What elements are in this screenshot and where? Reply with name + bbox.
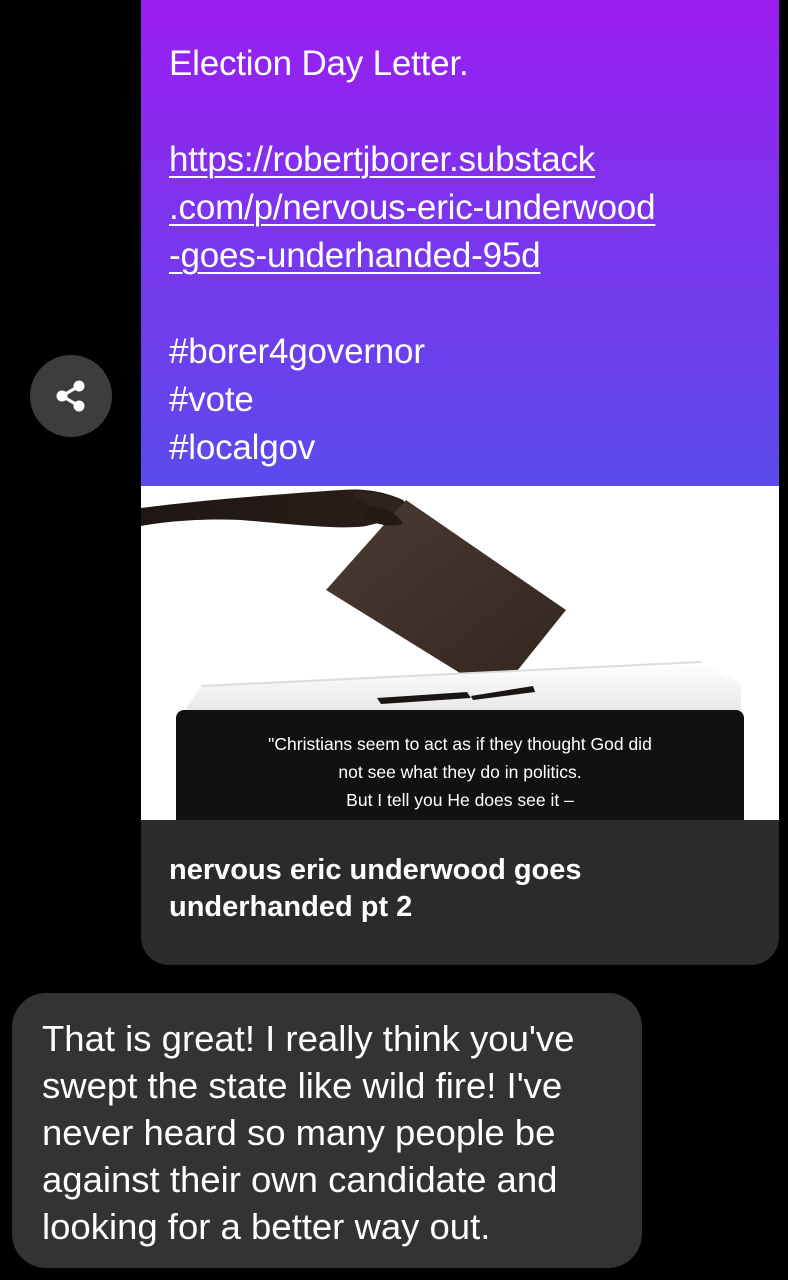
message-line: looking for a better way out. (42, 1206, 491, 1247)
preview-title-line: nervous eric underwood goes (169, 854, 582, 886)
quote-line: "Christians seem to act as if they thoug… (268, 734, 652, 754)
quote-text: "Christians seem to act as if they thoug… (176, 730, 744, 814)
link-preview-title[interactable]: nervous eric underwood goes underhanded … (169, 852, 755, 926)
link-line[interactable]: .com/p/nervous-eric-underwood (169, 184, 759, 232)
message-line: swept the state like wild fire! I've (42, 1065, 563, 1106)
hashtag: #borer4governor (169, 332, 425, 371)
link-preview-image[interactable]: "Christians seem to act as if they thoug… (141, 486, 779, 820)
received-message-text: That is great! I really think you've swe… (42, 1015, 622, 1250)
message-title: Election Day Letter. (169, 44, 469, 83)
link-line[interactable]: https://robertjborer.substack (169, 136, 759, 184)
message-line: against their own candidate and (42, 1159, 558, 1200)
share-icon (56, 380, 85, 412)
message-line: never heard so many people be (42, 1112, 556, 1153)
hashtag: #vote (169, 380, 254, 419)
quote-line: not see what they do in politics. (338, 762, 582, 782)
sent-message-text: Election Day Letter. https://robertjbore… (169, 40, 759, 472)
received-message-bubble[interactable]: That is great! I really think you've swe… (12, 993, 642, 1268)
quote-line: But I tell you He does see it – (346, 790, 574, 810)
sent-message-bubble[interactable]: Election Day Letter. https://robertjbore… (141, 0, 779, 965)
sent-message-text-area: Election Day Letter. https://robertjbore… (141, 0, 779, 486)
substack-link[interactable]: https://robertjborer.substack .com/p/ner… (169, 136, 759, 280)
hashtag: #localgov (169, 428, 316, 467)
preview-title-line: underhanded pt 2 (169, 891, 413, 923)
link-line[interactable]: -goes-underhanded-95d (169, 232, 759, 280)
share-button[interactable] (30, 355, 112, 437)
message-line: That is great! I really think you've (42, 1018, 575, 1059)
